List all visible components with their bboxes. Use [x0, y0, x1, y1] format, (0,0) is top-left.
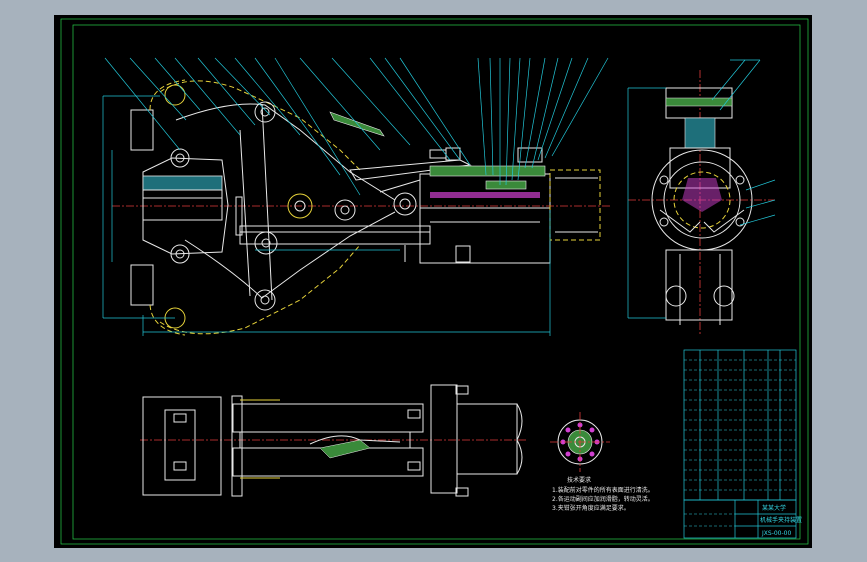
note-1: 1.装配前对零件的所有表面进行清洗。 [552, 486, 654, 494]
drawing-canvas: 技术要求 1.装配前对零件的所有表面进行清洗。 2.各运动副间应加润滑脂，转动灵… [54, 15, 812, 548]
title-school: 某某大学 [762, 504, 786, 512]
title-drawing-no: JXS-00-00 [761, 530, 791, 537]
notes-heading: 技术要求 [567, 476, 591, 484]
note-2: 2.各运动副间应加润滑脂，转动灵活。 [552, 495, 654, 503]
title-drawing-name: 机械手夹持装置 [760, 516, 802, 524]
cad-viewport[interactable]: 技术要求 1.装配前对零件的所有表面进行清洗。 2.各运动副间应加润滑脂，转动灵… [0, 0, 867, 562]
note-3: 3.夹钳张开角度应满足要求。 [552, 504, 630, 512]
drawing-sheet [54, 15, 812, 548]
